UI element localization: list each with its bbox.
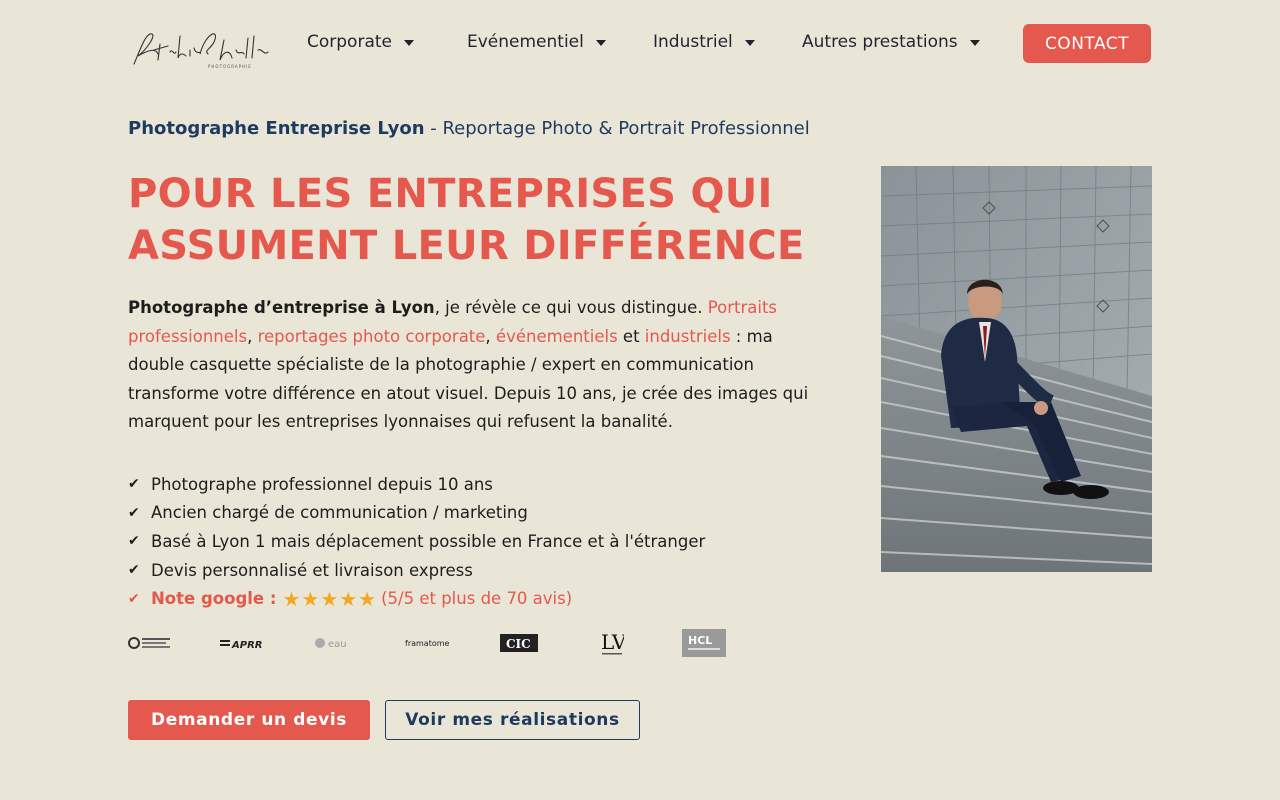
- caret-down-icon: [403, 40, 414, 46]
- svg-text:HCL: HCL: [688, 634, 712, 647]
- list-item: ✔ Photographe professionnel depuis 10 ans: [128, 470, 705, 499]
- nav-item-industriel[interactable]: Industriel: [653, 32, 755, 52]
- caret-down-icon: [744, 40, 755, 46]
- nav-label: Autres prestations: [802, 32, 958, 52]
- svg-text:eau: eau: [328, 639, 347, 650]
- title-line-2: ASSUMENT LEUR DIFFÉRENCE: [128, 223, 805, 269]
- link-reportages[interactable]: reportages photo corporate: [258, 327, 486, 346]
- check-icon: ✔: [128, 590, 140, 607]
- svg-text:CIC: CIC: [506, 637, 531, 651]
- check-icon: ✔: [128, 476, 140, 493]
- rating-label: Note google :: [151, 589, 277, 609]
- hero-portrait-photo: [881, 166, 1152, 572]
- feature-checklist: ✔ Photographe professionnel depuis 10 ans…: [128, 470, 705, 613]
- subtitle-bold: Photographe Entreprise Lyon: [128, 118, 425, 139]
- intro-bold: Photographe d’entreprise à Lyon: [128, 298, 435, 317]
- client-logo-hcl: HCL: [682, 626, 726, 660]
- client-logo-chambre: [128, 626, 172, 660]
- check-icon: ✔: [128, 562, 140, 579]
- list-item-text: Photographe professionnel depuis 10 ans: [151, 474, 493, 494]
- nav-item-evenementiel[interactable]: Evénementiel: [467, 32, 606, 52]
- client-logos: APRR eau framatome CIC LV HCL: [128, 626, 768, 660]
- client-logo-aprr: APRR: [220, 626, 264, 660]
- check-icon: ✔: [128, 504, 140, 521]
- list-item: ✔ Basé à Lyon 1 mais déplacement possible…: [128, 527, 705, 556]
- svg-text:APRR: APRR: [231, 640, 262, 651]
- rating-summary: (5/5 et plus de 70 avis): [381, 589, 573, 609]
- nav-label: Industriel: [653, 32, 733, 52]
- request-quote-button[interactable]: Demander un devis: [128, 700, 370, 740]
- nav-item-corporate[interactable]: Corporate: [307, 32, 414, 52]
- google-rating: ✔ Note google : ★★★★★ (5/5 et plus de 70 av…: [128, 584, 705, 613]
- hero-subtitle: Photographe Entreprise Lyon - Reportage …: [128, 118, 810, 139]
- title-line-1: POUR LES ENTREPRISES QUI: [128, 171, 773, 217]
- intro-text: ,: [247, 326, 258, 346]
- main-nav: Corporate Evénementiel Industriel Autres…: [0, 32, 1000, 62]
- contact-button[interactable]: CONTACT: [1023, 24, 1151, 63]
- intro-text: et: [617, 326, 645, 346]
- svg-text:LV: LV: [601, 630, 624, 654]
- svg-text:framatome: framatome: [405, 639, 449, 648]
- client-logo-framatome: framatome: [405, 626, 449, 660]
- intro-text: ,: [485, 326, 496, 346]
- svg-text:PHOTOGRAPHIE: PHOTOGRAPHIE: [208, 64, 252, 69]
- list-item: ✔ Devis personnalisé et livraison express: [128, 556, 705, 585]
- list-item-text: Ancien chargé de communication / marketi…: [151, 503, 528, 523]
- check-icon: ✔: [128, 533, 140, 550]
- client-logo-eau: eau: [314, 626, 354, 660]
- list-item-text: Basé à Lyon 1 mais déplacement possible …: [151, 531, 706, 551]
- list-item: ✔ Ancien chargé de communication / market…: [128, 499, 705, 528]
- client-logo-cic: CIC: [500, 626, 538, 660]
- nav-label: Corporate: [307, 32, 392, 52]
- nav-item-autres-prestations[interactable]: Autres prestations: [802, 32, 980, 52]
- client-logo-lv: LV: [600, 626, 624, 660]
- caret-down-icon: [595, 40, 606, 46]
- hero-title: POUR LES ENTREPRISES QUI ASSUMENT LEUR D…: [128, 168, 868, 272]
- link-industriels[interactable]: industriels: [645, 327, 731, 346]
- subtitle-rest: - Reportage Photo & Portrait Professionn…: [424, 118, 810, 139]
- list-item-text: Devis personnalisé et livraison express: [151, 560, 473, 580]
- view-work-button[interactable]: Voir mes réalisations: [385, 700, 640, 740]
- caret-down-icon: [969, 40, 980, 46]
- link-evenementiels[interactable]: événementiels: [496, 327, 618, 346]
- star-rating-icons: ★★★★★: [282, 586, 378, 611]
- intro-text: , je révèle ce qui vous distingue.: [434, 298, 708, 317]
- intro-paragraph: Photographe d’entreprise à Lyon, je révè…: [128, 294, 818, 437]
- nav-label: Evénementiel: [467, 32, 584, 52]
